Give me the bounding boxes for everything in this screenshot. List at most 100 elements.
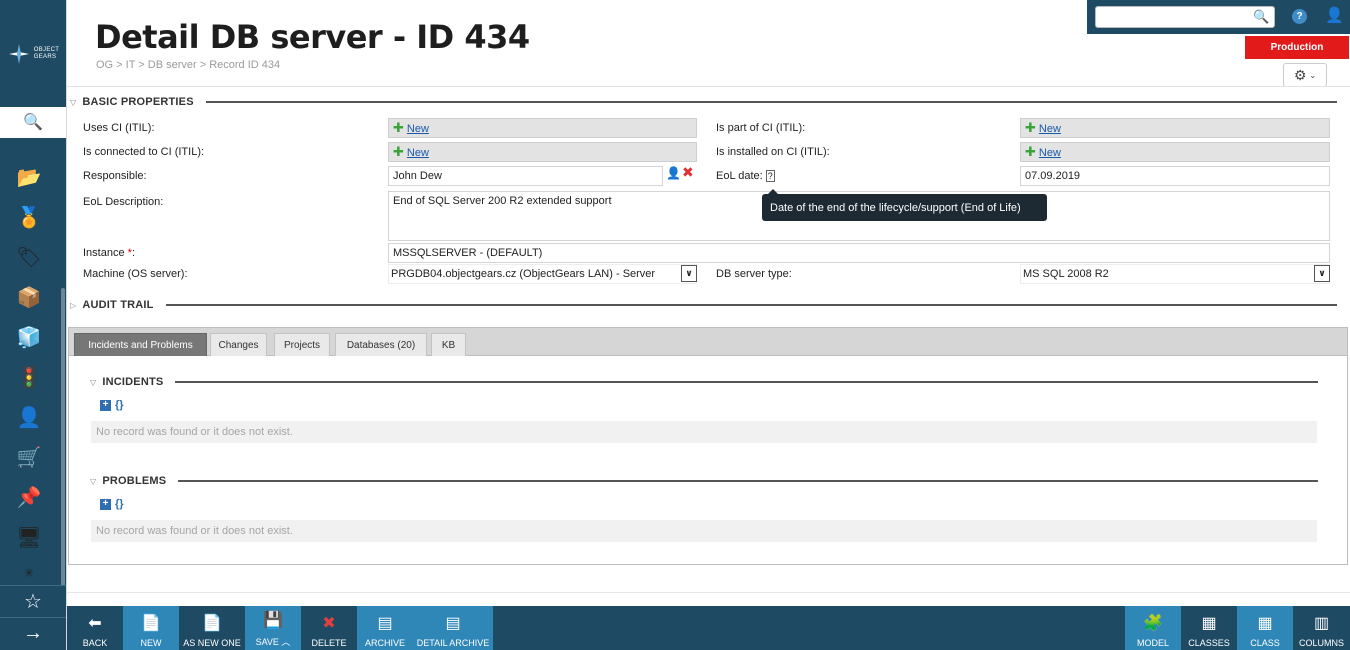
- tab-projects[interactable]: Projects: [274, 333, 330, 356]
- pin-icon[interactable]: 📌: [14, 482, 44, 512]
- incidents-actions: + {}: [100, 399, 124, 411]
- global-search-input[interactable]: [1095, 6, 1275, 28]
- cube-icon[interactable]: 🧊: [14, 322, 44, 352]
- instance-input[interactable]: MSSQLSERVER - (DEFAULT): [388, 243, 1330, 263]
- problems-actions: + {}: [100, 498, 124, 510]
- help-tooltip-icon[interactable]: ?: [765, 170, 775, 182]
- detail-archive-button[interactable]: ▤ DETAIL ARCHIVE: [413, 606, 493, 650]
- plus-icon[interactable]: ✚: [393, 144, 404, 159]
- sidebar-scrollbar[interactable]: [61, 288, 65, 608]
- tab-kb[interactable]: KB: [431, 333, 466, 356]
- db-type-label: DB server type:: [716, 268, 792, 280]
- delete-button[interactable]: ✖ DELETE: [301, 606, 357, 650]
- classes-button[interactable]: ▦ CLASSES: [1181, 606, 1237, 650]
- eol-date-input[interactable]: 07.09.2019: [1020, 166, 1330, 186]
- top-bar: 🔍 ? 👤: [1087, 0, 1350, 34]
- logo-text-2: GEARS: [33, 53, 57, 60]
- eol-description-label: EoL Description:: [83, 196, 164, 208]
- class-button[interactable]: ▦ CLASS: [1237, 606, 1293, 650]
- incidents-empty-message: No record was found or it does not exist…: [91, 421, 1317, 443]
- braces-icon[interactable]: {}: [115, 498, 124, 510]
- badge-icon[interactable]: 🏅: [14, 202, 44, 232]
- chevron-down-icon[interactable]: ∨: [681, 265, 697, 282]
- section-title: INCIDENTS: [102, 376, 164, 388]
- save-button[interactable]: 💾 SAVE ︿: [245, 606, 301, 650]
- is-part-of-field: ✚ New: [1020, 118, 1330, 138]
- user-account-icon[interactable]: 👤: [1325, 6, 1344, 24]
- related-records-panel: Incidents and Problems Changes Projects …: [68, 327, 1348, 565]
- help-icon[interactable]: ?: [1292, 9, 1307, 24]
- as-new-one-button[interactable]: 📄 AS NEW ONE: [179, 606, 245, 650]
- tag-icon[interactable]: 🏷: [14, 242, 44, 272]
- section-problems[interactable]: ▽ PROBLEMS: [90, 475, 1318, 487]
- puzzle-icon: 🧩: [1143, 615, 1163, 632]
- breadcrumb[interactable]: OG > IT > DB server > Record ID 434: [96, 59, 280, 71]
- monitor-icon[interactable]: 🖥: [14, 522, 44, 552]
- archive-button[interactable]: ▤ ARCHIVE: [357, 606, 413, 650]
- cart-icon[interactable]: 🛒: [14, 442, 44, 472]
- uses-ci-new-link[interactable]: New: [407, 123, 429, 135]
- clear-icon[interactable]: ✖: [682, 164, 694, 181]
- installed-label: Is installed on CI (ITIL):: [716, 146, 830, 158]
- plus-icon[interactable]: ✚: [1025, 144, 1036, 159]
- app-logo[interactable]: OBJECT GEARS: [7, 42, 59, 66]
- document-copy-icon: 📄: [202, 615, 222, 632]
- logo-icon: [8, 43, 29, 64]
- search-icon[interactable]: 🔍: [1253, 9, 1269, 25]
- folder-icon[interactable]: 📂: [14, 162, 44, 192]
- logo-text-1: OBJECT: [33, 46, 60, 53]
- user-icon[interactable]: 👤: [14, 402, 44, 432]
- collapse-triangle-icon: ▽: [90, 476, 97, 486]
- chevron-down-icon[interactable]: ∨: [1314, 265, 1330, 282]
- plus-icon[interactable]: ✚: [393, 120, 404, 135]
- tab-databases[interactable]: Databases (20): [335, 333, 427, 356]
- connected-label: Is connected to CI (ITIL):: [83, 146, 205, 158]
- tab-incidents-problems[interactable]: Incidents and Problems: [74, 333, 207, 356]
- archive-icon: ▤: [377, 615, 393, 632]
- add-record-icon[interactable]: +: [100, 399, 111, 411]
- environment-badge: Production: [1245, 36, 1349, 59]
- detail-archive-icon: ▤: [445, 615, 461, 632]
- db-type-select[interactable]: MS SQL 2008 R2: [1020, 264, 1330, 284]
- installed-field: ✚ New: [1020, 142, 1330, 162]
- new-button[interactable]: 📄 NEW: [123, 606, 179, 650]
- gear-icon: ⚙: [1293, 66, 1307, 83]
- back-button[interactable]: ⬅ BACK: [67, 606, 123, 650]
- sidebar-search-icon[interactable]: 🔍: [0, 107, 66, 137]
- network-icon[interactable]: ✳: [14, 558, 44, 588]
- tab-bar: Incidents and Problems Changes Projects …: [69, 328, 1347, 356]
- traffic-light-icon[interactable]: 🚦: [14, 362, 44, 392]
- braces-icon[interactable]: {}: [115, 399, 124, 411]
- responsible-input[interactable]: John Dew: [388, 166, 663, 186]
- page-title: Detail DB server - ID 434: [95, 18, 530, 56]
- connected-new-link[interactable]: New: [407, 147, 429, 159]
- is-part-of-label: Is part of CI (ITIL):: [716, 122, 806, 134]
- db-type-select-value: MS SQL 2008 R2: [1023, 268, 1109, 280]
- machine-select[interactable]: PRGDB04.objectgears.cz (ObjectGears LAN)…: [388, 264, 697, 284]
- section-basic-properties[interactable]: ▽ BASIC PROPERTIES: [70, 96, 1337, 108]
- plus-icon[interactable]: ✚: [1025, 120, 1036, 135]
- section-title: PROBLEMS: [102, 475, 167, 487]
- section-title: AUDIT TRAIL: [82, 299, 154, 311]
- bottom-toolbar: ⬅ BACK 📄 NEW 📄 AS NEW ONE 💾 SAVE ︿ ✖ DELETE ▤…: [67, 606, 1350, 650]
- installed-new-link[interactable]: New: [1039, 147, 1061, 159]
- connected-field: ✚ New: [388, 142, 697, 162]
- expand-triangle-icon: ▷: [70, 300, 77, 310]
- sidebar: OBJECT GEARS 🔍 📂 🏅 🏷 📦 🧊 🚦 👤 🛒 📌 🖥 ✳ ☆ →: [0, 0, 67, 650]
- table-icon: ▦: [1201, 615, 1217, 632]
- save-icon: 💾: [263, 612, 283, 629]
- tab-changes[interactable]: Changes: [210, 333, 267, 356]
- section-audit-trail[interactable]: ▷ AUDIT TRAIL: [70, 299, 1337, 311]
- columns-icon: ▥: [1313, 615, 1330, 632]
- select-user-icon[interactable]: 👤: [666, 166, 681, 180]
- settings-button[interactable]: ⚙ ⌄: [1283, 63, 1327, 87]
- star-icon[interactable]: ☆: [0, 585, 66, 617]
- columns-button[interactable]: ▥ COLUMNS: [1293, 606, 1350, 650]
- arrow-right-icon[interactable]: →: [0, 617, 66, 649]
- add-record-icon[interactable]: +: [100, 498, 111, 510]
- is-part-of-new-link[interactable]: New: [1039, 123, 1061, 135]
- boxes-icon[interactable]: 📦: [14, 282, 44, 312]
- collapse-triangle-icon: ▽: [90, 377, 97, 387]
- model-button[interactable]: 🧩 MODEL: [1125, 606, 1181, 650]
- section-incidents[interactable]: ▽ INCIDENTS: [90, 376, 1318, 388]
